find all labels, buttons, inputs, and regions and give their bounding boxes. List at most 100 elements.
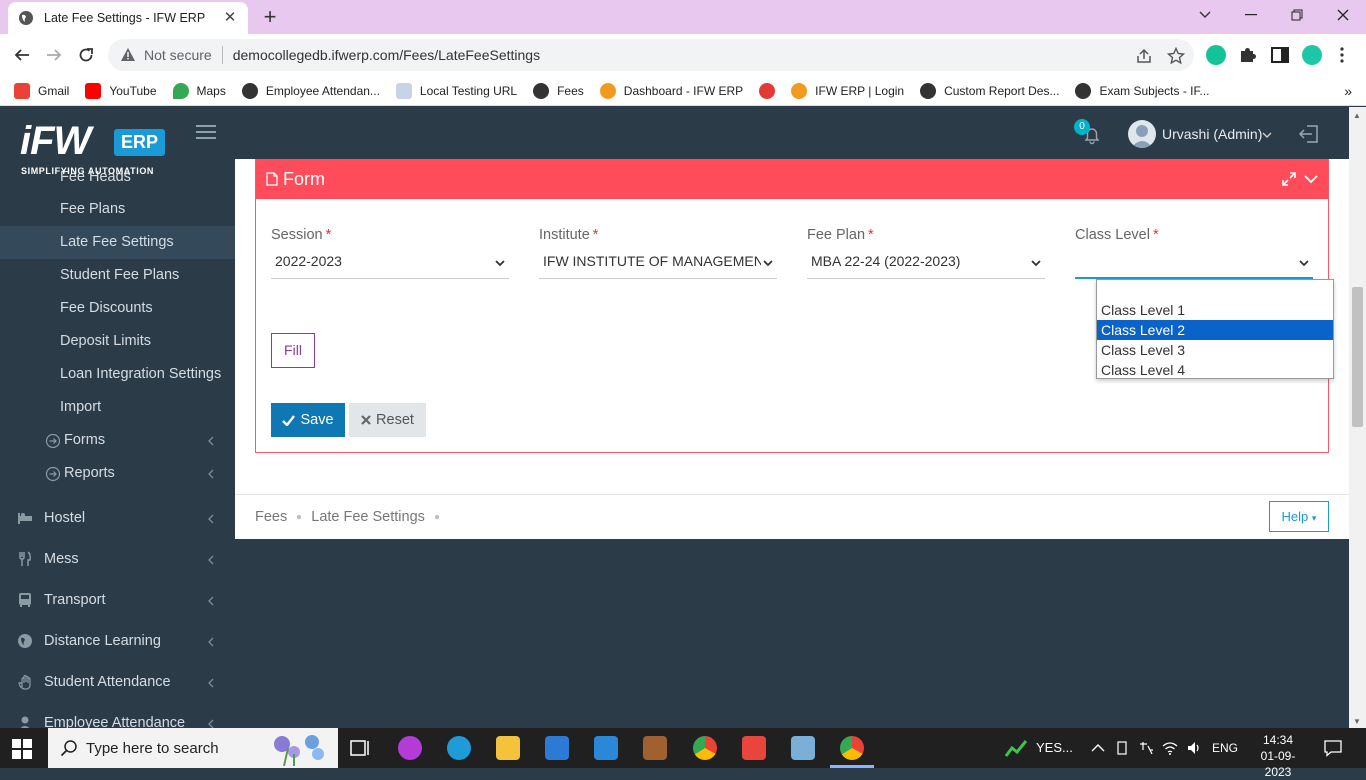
sidebar-item-fee-discounts[interactable]: Fee Discounts: [60, 300, 153, 316]
back-button[interactable]: [9, 42, 35, 68]
sidebar-item-late-fee-settings[interactable]: Late Fee Settings: [60, 234, 174, 250]
reload-button[interactable]: [73, 42, 99, 68]
notepad-icon[interactable]: [791, 736, 815, 760]
sidebar-group-reports[interactable]: Reports: [64, 465, 115, 481]
panel-header: Form: [256, 159, 1328, 199]
star-icon[interactable]: [1167, 47, 1185, 65]
bookmark-red-app[interactable]: [759, 82, 776, 99]
sidebar-module-distance-learning[interactable]: Distance Learning: [44, 633, 161, 649]
sidebar-item-deposit-limits[interactable]: Deposit Limits: [60, 333, 151, 349]
anydesk-icon[interactable]: [742, 736, 766, 760]
forward-button[interactable]: [41, 42, 67, 68]
new-tab-button[interactable]: +: [258, 5, 282, 29]
wifi-icon[interactable]: [1162, 740, 1178, 756]
wps-office-icon[interactable]: [398, 736, 422, 760]
bookmark-employee-attendance[interactable]: Employee Attendan...: [241, 82, 380, 99]
close-window-button[interactable]: [1320, 0, 1366, 30]
hamburger-menu-icon[interactable]: [196, 125, 216, 141]
bookmark-local-testing[interactable]: Local Testing URL: [395, 82, 517, 99]
restore-button[interactable]: [1274, 0, 1320, 30]
fill-button[interactable]: Fill: [271, 333, 315, 368]
bookmarks-overflow-button[interactable]: »: [1344, 83, 1352, 99]
sidebar: Fee Heads Fee Plans Late Fee Settings St…: [0, 159, 235, 728]
hand-icon: [18, 674, 31, 690]
sidebar-module-hostel[interactable]: Hostel: [44, 510, 85, 526]
ime-icon[interactable]: [1138, 740, 1154, 756]
bookmark-exam-subjects[interactable]: Exam Subjects - IF...: [1075, 82, 1210, 99]
expand-icon[interactable]: [1282, 172, 1296, 186]
edge-icon[interactable]: [447, 736, 471, 760]
bookmark-fees[interactable]: Fees: [533, 82, 584, 99]
ifw-erp-logo[interactable]: iFW ERP SIMPLIFYING AUTOMATION: [18, 117, 178, 181]
profile-avatar[interactable]: [1302, 45, 1322, 65]
sidebar-module-transport[interactable]: Transport: [44, 592, 106, 608]
sidebar-group-forms[interactable]: Forms: [64, 432, 105, 448]
app-icon: [759, 82, 776, 99]
chrome-icon[interactable]: [693, 736, 717, 760]
breadcrumb-fees[interactable]: Fees: [255, 509, 287, 525]
session-select[interactable]: 2022-2023: [271, 249, 509, 279]
device-icon[interactable]: [1114, 740, 1130, 756]
class-level-option-3[interactable]: Class Level 3: [1097, 340, 1333, 360]
scroll-down-icon[interactable]: ▼: [1353, 717, 1361, 726]
scrollbar-thumb[interactable]: [1352, 287, 1363, 427]
close-tab-icon[interactable]: ✕: [222, 10, 238, 26]
tab-search-button[interactable]: [1182, 0, 1228, 30]
bookmark-ifw-login[interactable]: IFW ERP | Login: [791, 82, 904, 99]
photos-app-icon[interactable]: [643, 736, 667, 760]
sidebar-module-employee-attendance[interactable]: Employee Attendance: [44, 715, 185, 728]
notification-center-icon[interactable]: [1324, 739, 1342, 757]
chevron-up-icon[interactable]: [1090, 740, 1106, 756]
class-level-select[interactable]: [1075, 249, 1313, 279]
save-button[interactable]: Save: [271, 403, 345, 437]
bookmark-dashboard[interactable]: Dashboard - IFW ERP: [599, 82, 743, 99]
grammarly-icon[interactable]: [1206, 45, 1226, 65]
class-level-option-4[interactable]: Class Level 4: [1097, 360, 1333, 380]
bookmark-youtube[interactable]: YouTube: [85, 82, 157, 99]
browser-tab[interactable]: Late Fee Settings - IFW ERP ✕: [8, 2, 248, 34]
avatar[interactable]: [1128, 120, 1156, 148]
windows-start-icon[interactable]: [12, 739, 32, 759]
sidepanel-icon[interactable]: [1270, 45, 1290, 65]
mail-icon[interactable]: [594, 736, 618, 760]
address-bar[interactable]: Not secure democollegedb.ifwerp.com/Fees…: [108, 39, 1194, 71]
minimize-button[interactable]: [1228, 0, 1274, 30]
sidebar-module-mess[interactable]: Mess: [44, 551, 79, 567]
chevron-down-icon[interactable]: [1262, 131, 1272, 139]
share-icon[interactable]: [1135, 47, 1153, 65]
sidebar-item-import[interactable]: Import: [60, 399, 101, 415]
sidebar-item-student-fee-plans[interactable]: Student Fee Plans: [60, 267, 179, 283]
chrome-active-icon[interactable]: [840, 736, 864, 760]
reset-button[interactable]: Reset: [349, 403, 426, 437]
taskbar-clock[interactable]: 14:34 01-09-2023: [1252, 732, 1304, 780]
class-level-option-2[interactable]: Class Level 2: [1097, 320, 1333, 340]
stock-chart-icon[interactable]: [1004, 736, 1028, 760]
volume-icon[interactable]: [1186, 740, 1202, 756]
chevron-down-icon: [495, 260, 505, 267]
taskbar-search-box[interactable]: Type here to search: [48, 728, 338, 768]
institute-select[interactable]: IFW INSTITUTE OF MANAGEMENT: [539, 249, 777, 279]
sidebar-item-fee-plans[interactable]: Fee Plans: [60, 201, 125, 217]
class-level-option-1[interactable]: Class Level 1: [1097, 300, 1333, 320]
bookmark-maps[interactable]: Maps: [172, 82, 226, 99]
class-level-option-empty[interactable]: [1097, 280, 1333, 300]
logout-icon[interactable]: [1298, 124, 1320, 144]
chevron-down-icon[interactable]: [1304, 174, 1318, 184]
tray-app-label[interactable]: YES...: [1036, 740, 1073, 755]
page-scrollbar[interactable]: ▲ ▼: [1349, 107, 1366, 728]
help-button[interactable]: Help ▾: [1269, 501, 1329, 532]
file-explorer-icon[interactable]: [496, 736, 520, 760]
puzzle-icon[interactable]: [1238, 45, 1258, 65]
language-indicator[interactable]: ENG: [1212, 741, 1238, 755]
kebab-menu-icon[interactable]: [1332, 45, 1352, 65]
store-icon[interactable]: [545, 736, 569, 760]
user-name[interactable]: Urvashi (Admin): [1162, 126, 1262, 142]
scroll-up-icon[interactable]: ▲: [1353, 111, 1361, 120]
bookmark-custom-report[interactable]: Custom Report Des...: [920, 82, 1059, 99]
task-view-icon[interactable]: [348, 736, 372, 760]
bookmark-gmail[interactable]: Gmail: [14, 82, 69, 99]
sidebar-module-student-attendance[interactable]: Student Attendance: [44, 674, 171, 690]
sidebar-item-loan-integration[interactable]: Loan Integration Settings: [60, 366, 221, 382]
fee-plan-select[interactable]: MBA 22-24 (2022-2023): [807, 249, 1045, 279]
chevron-down-icon: ▾: [1311, 513, 1317, 523]
